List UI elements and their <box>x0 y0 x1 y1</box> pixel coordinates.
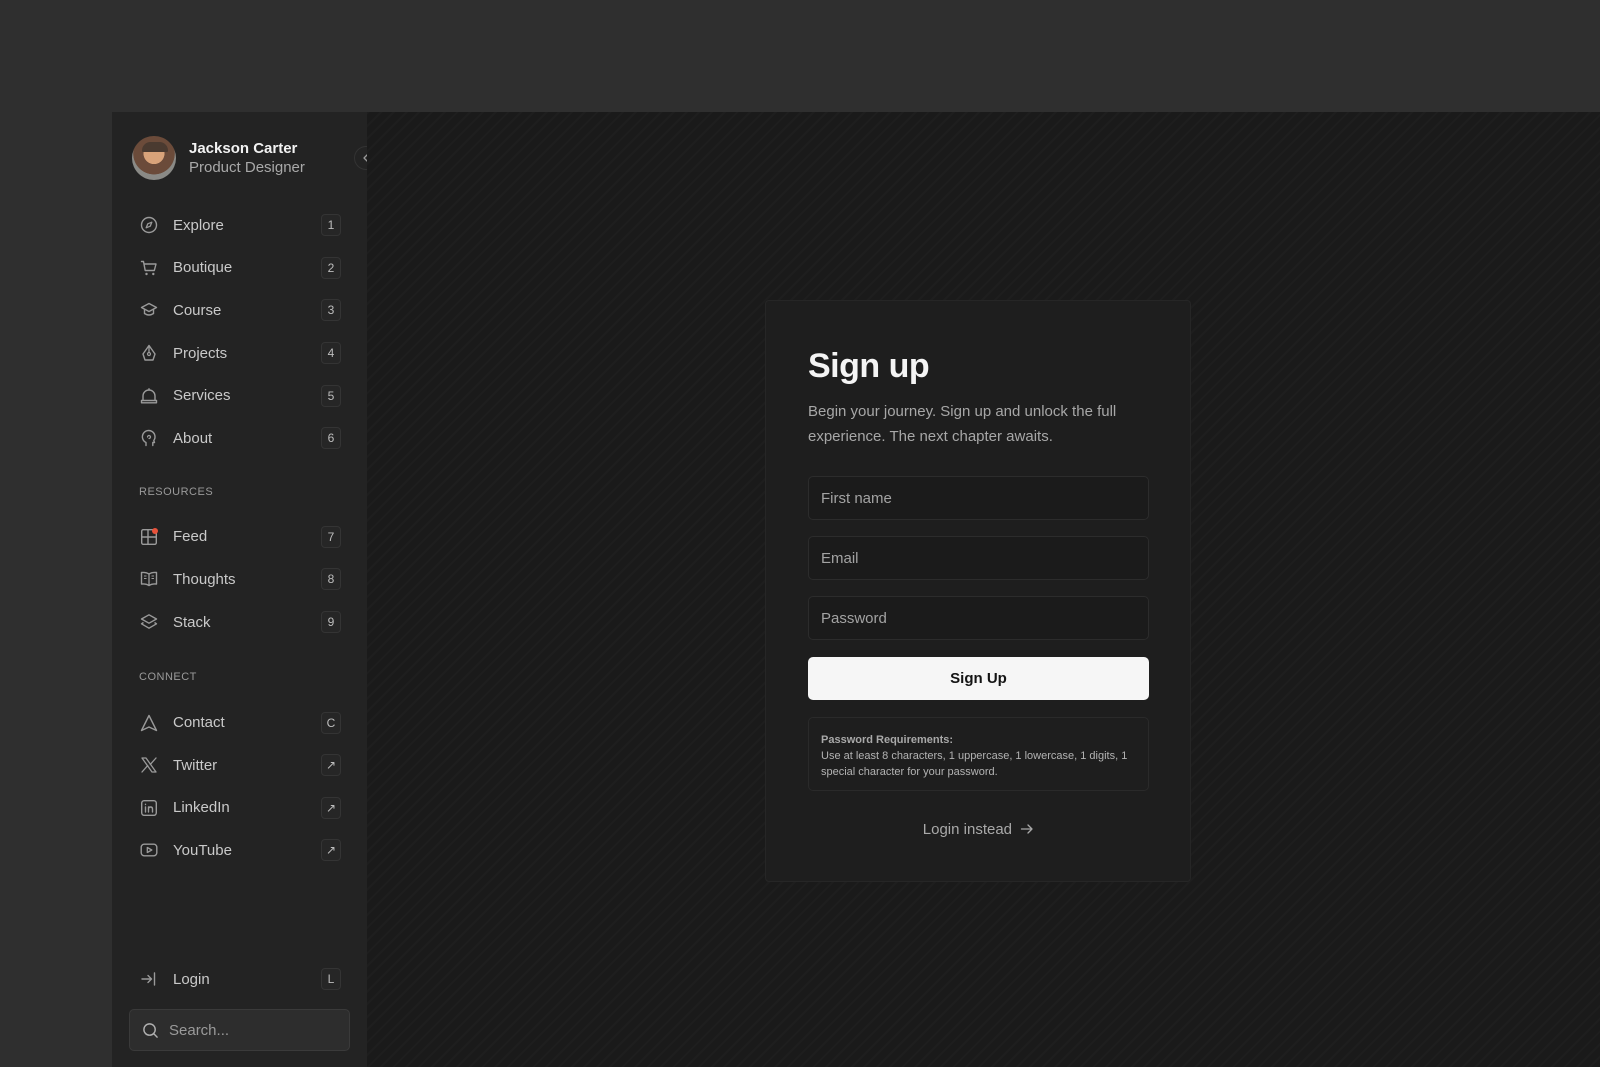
shortcut-key: 5 <box>321 384 341 407</box>
cart-icon <box>140 259 158 277</box>
shortcut-key: 3 <box>321 299 341 322</box>
external-link-icon: ↗ <box>321 839 341 862</box>
sidebar-item-services[interactable]: Services 5 <box>112 374 367 417</box>
youtube-icon <box>140 841 158 859</box>
shortcut-key: 9 <box>321 611 341 634</box>
navigation-icon <box>140 714 158 732</box>
shortcut-key: 4 <box>321 342 341 365</box>
external-link-icon: ↗ <box>321 754 341 777</box>
profile[interactable]: Jackson Carter Product Designer <box>112 136 367 180</box>
sidebar-item-thoughts[interactable]: Thoughts 8 <box>112 558 367 601</box>
sidebar-item-label: Thoughts <box>173 570 236 588</box>
main-content: Sign up Begin your journey. Sign up and … <box>367 112 1600 1067</box>
sidebar-item-label: LinkedIn <box>173 799 230 817</box>
arrow-right-icon <box>1020 822 1034 836</box>
sidebar-item-label: YouTube <box>173 841 232 859</box>
page-subtitle: Begin your journey. Sign up and unlock t… <box>808 403 1117 445</box>
sign-up-button[interactable]: Sign Up <box>808 657 1149 700</box>
x-logo-icon <box>140 756 158 774</box>
page-title: Sign up <box>808 347 930 385</box>
graduation-cap-icon <box>140 301 158 319</box>
linkedin-icon <box>140 799 158 817</box>
sidebar-item-label: Services <box>173 387 231 405</box>
sidebar-item-label: Course <box>173 301 222 319</box>
sidebar-item-login[interactable]: Login L <box>112 958 367 1001</box>
app-window: Jackson Carter Product Designer Explore … <box>112 112 1600 1067</box>
login-arrow-icon <box>140 970 158 988</box>
sidebar-item-stack[interactable]: Stack 9 <box>112 601 367 644</box>
sidebar-item-twitter[interactable]: Twitter ↗ <box>112 744 367 787</box>
bell-icon <box>140 387 158 405</box>
profile-name: Jackson Carter <box>189 140 298 157</box>
profile-text: Jackson Carter Product Designer <box>189 139 305 177</box>
login-instead-link[interactable]: Login instead <box>808 821 1149 838</box>
shortcut-key: 6 <box>321 427 341 450</box>
sidebar-item-label: Stack <box>173 613 211 631</box>
email-field[interactable] <box>808 536 1149 580</box>
sidebar-item-label: About <box>173 429 213 447</box>
password-field[interactable] <box>808 596 1149 640</box>
search-input[interactable] <box>169 1021 368 1039</box>
sidebar-item-contact[interactable]: Contact C <box>112 701 367 744</box>
shortcut-key: 8 <box>321 568 341 591</box>
shortcut-key: L <box>321 968 341 991</box>
section-label-resources: RESOURCES <box>139 485 214 498</box>
sidebar-item-explore[interactable]: Explore 1 <box>112 204 367 247</box>
shortcut-key: 7 <box>321 525 341 548</box>
sidebar-item-label: Feed <box>173 528 208 546</box>
sidebar-item-label: Login <box>173 970 210 988</box>
sidebar-item-course[interactable]: Course 3 <box>112 289 367 332</box>
layers-icon <box>140 613 158 631</box>
login-instead-label: Login instead <box>922 821 1013 838</box>
sidebar-item-about[interactable]: About 6 <box>112 417 367 460</box>
requirements-text: Use at least 8 characters, 1 uppercase, … <box>821 750 1128 778</box>
primary-nav: Explore 1 Boutique 2 Course 3 Projects 4… <box>112 204 367 872</box>
password-requirements: Password Requirements: Use at least 8 ch… <box>808 717 1149 791</box>
shortcut-key: 1 <box>321 214 341 237</box>
sidebar-item-label: Explore <box>173 216 224 234</box>
sidebar-item-label: Contact <box>173 714 225 732</box>
sidebar-item-boutique[interactable]: Boutique 2 <box>112 247 367 290</box>
book-open-icon <box>140 570 158 588</box>
requirements-title: Password Requirements: <box>821 734 954 746</box>
profile-role: Product Designer <box>189 159 305 176</box>
avatar <box>132 136 176 180</box>
section-label-connect: CONNECT <box>139 671 197 684</box>
sidebar-item-youtube[interactable]: YouTube ↗ <box>112 829 367 872</box>
signup-card: Sign up Begin your journey. Sign up and … <box>765 300 1191 882</box>
sidebar-item-label: Twitter <box>173 756 218 774</box>
compass-icon <box>140 216 158 234</box>
sidebar-item-label: Projects <box>173 344 228 362</box>
head-icon <box>140 429 158 447</box>
pen-tool-icon <box>140 344 158 362</box>
sidebar-item-feed[interactable]: Feed 7 <box>112 516 367 559</box>
sidebar: Jackson Carter Product Designer Explore … <box>112 112 379 1067</box>
sidebar-item-projects[interactable]: Projects 4 <box>112 332 367 375</box>
first-name-field[interactable] <box>808 476 1149 520</box>
shortcut-key: 2 <box>321 256 341 279</box>
sidebar-item-label: Boutique <box>173 259 233 277</box>
sidebar-item-linkedin[interactable]: LinkedIn ↗ <box>112 787 367 830</box>
search-box[interactable]: S <box>129 1009 379 1051</box>
search-icon <box>142 1022 159 1039</box>
shortcut-key: C <box>321 711 341 734</box>
external-link-icon: ↗ <box>321 796 341 819</box>
feed-grid-icon <box>140 527 158 546</box>
